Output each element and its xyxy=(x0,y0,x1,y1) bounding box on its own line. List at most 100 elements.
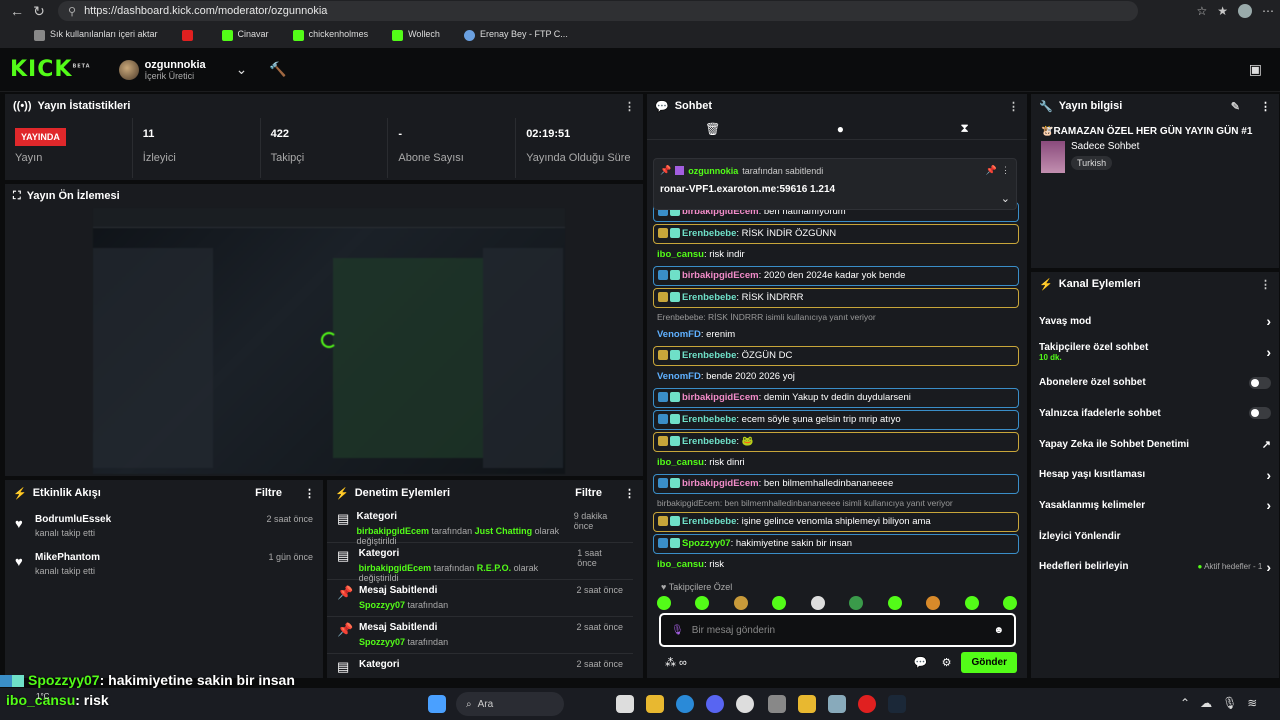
chat-username[interactable]: Erenbebebe xyxy=(682,414,736,425)
filter-button[interactable]: Filtre xyxy=(575,487,602,499)
screen-icon[interactable]: ▣ xyxy=(1249,61,1262,78)
file-explorer-icon[interactable] xyxy=(646,695,664,713)
chat-message[interactable]: Erenbebebe: ecem söyle şuna gelsin trip … xyxy=(653,410,1019,430)
more-icon[interactable]: ⋮ xyxy=(304,487,315,500)
send-button[interactable]: Gönder xyxy=(961,652,1017,673)
chat-message[interactable]: Erenbebebe: RİSK İNDİR ÖZGÜNN xyxy=(653,224,1019,244)
emote-icon[interactable] xyxy=(695,596,710,610)
chat-username[interactable]: Erenbebebe xyxy=(682,436,736,447)
chat-username[interactable]: Erenbebebe xyxy=(682,516,736,527)
chat-settings-icon[interactable]: 💬 xyxy=(914,656,928,669)
taskbar-search[interactable]: ⌕ Ara xyxy=(456,692,564,716)
bookmark-ftp[interactable]: Erenay Bey - FTP C... xyxy=(463,29,568,41)
followers-only-row[interactable]: Takipçilere özel sohbet 10 dk. › xyxy=(1031,337,1279,368)
emote-icon[interactable] xyxy=(657,596,671,610)
hammer-icon[interactable]: 🔨 xyxy=(269,61,286,78)
windows-start-icon[interactable] xyxy=(428,695,446,713)
more-icon[interactable]: ⋮ xyxy=(624,100,635,113)
mic-icon[interactable]: 🎙 xyxy=(1222,696,1237,710)
emote-only-toggle[interactable] xyxy=(1249,407,1271,420)
chat-message[interactable]: ibo_cansu: risk dinri xyxy=(653,454,1019,472)
subscribers-only-toggle[interactable] xyxy=(1249,376,1271,389)
star-icon[interactable]: ☆ xyxy=(1196,4,1207,18)
chat-message[interactable]: birbakipgidEcem: demin Yakup tv dedin du… xyxy=(653,388,1019,408)
unpin-icon[interactable]: 📌 xyxy=(986,165,997,176)
user-switcher[interactable]: ozgunnokia İçerik Üretici xyxy=(118,59,206,81)
points-icon[interactable]: ⁂ ∞ xyxy=(665,656,687,669)
chat-username[interactable]: birbakipgidEcem xyxy=(682,270,759,281)
address-bar[interactable]: ⚲ https://dashboard.kick.com/moderator/oz… xyxy=(58,1,1138,21)
kick-logo[interactable]: KICKBETA xyxy=(10,57,91,82)
chat-username[interactable]: ibo_cansu xyxy=(657,457,704,468)
ai-moderation-row[interactable]: Yapay Zeka ile Sohbet Denetimi ↗ xyxy=(1031,429,1279,460)
chat-username[interactable]: birbakipgidEcem xyxy=(682,392,759,403)
bookmark-cinavar[interactable]: Cinavar xyxy=(221,29,269,41)
system-tray[interactable]: ⌃ ☁ 🎙 ≋ xyxy=(1180,696,1257,710)
more-icon[interactable]: ⋮ xyxy=(624,487,635,500)
chat-username[interactable]: VenomFD xyxy=(657,329,701,340)
chat-message[interactable]: Erenbebebe: işine gelince venomla shiple… xyxy=(653,512,1019,532)
bookmark-youtube[interactable] xyxy=(181,29,198,41)
chat-username[interactable]: ibo_cansu xyxy=(657,559,704,570)
chat-message[interactable]: ibo_cansu: risk xyxy=(653,556,1019,574)
chat-message[interactable]: VenomFD: erenim xyxy=(653,326,1019,344)
chat-username[interactable]: ibo_cansu xyxy=(657,249,704,260)
app-icon[interactable] xyxy=(736,695,754,713)
app-icon[interactable] xyxy=(798,695,816,713)
chat-message[interactable]: ibo_cansu: risk indir xyxy=(653,246,1019,264)
settings-icon[interactable] xyxy=(828,695,846,713)
slow-mode-row[interactable]: Yavaş mod › xyxy=(1031,306,1279,337)
chat-message[interactable]: Erenbebebe: 🐸 xyxy=(653,432,1019,452)
emoji-icon[interactable]: ☻ xyxy=(993,625,1004,636)
raid-row[interactable]: İzleyici Yönlendir xyxy=(1031,521,1279,552)
pinned-message[interactable]: 📌 ozgunnokia tarafından sabitlendi 📌 ⋮ ronar… xyxy=(653,158,1017,210)
chat-username[interactable]: Erenbebebe xyxy=(682,292,736,303)
stream-preview-video[interactable] xyxy=(93,208,565,474)
emote-icon[interactable] xyxy=(849,596,864,610)
emote-icon[interactable] xyxy=(887,596,902,610)
media-icon[interactable] xyxy=(858,695,876,713)
chevron-down-icon[interactable]: ⌄ xyxy=(236,61,248,78)
banned-words-row[interactable]: Yasaklanmış kelimeler › xyxy=(1031,490,1279,521)
chat-input[interactable]: 🎙 Bir mesaj gönderin ☻ xyxy=(659,613,1016,647)
emote-icon[interactable] xyxy=(733,596,748,610)
reload-icon[interactable]: ↻ xyxy=(28,0,50,22)
back-icon[interactable]: ← xyxy=(6,0,28,22)
emote-icon[interactable] xyxy=(772,596,787,610)
chat-message[interactable]: birbakipgidEcem: ben bilmemhalledinbanan… xyxy=(653,474,1019,494)
chat-message[interactable]: Erenbebebe: ÖZGÜN DC xyxy=(653,346,1019,366)
steam-icon[interactable] xyxy=(888,695,906,713)
chat-message[interactable]: Spozzyy07: hakimiyetine sakin bir insan xyxy=(653,534,1019,554)
chevron-down-icon[interactable]: ⌄ xyxy=(1001,192,1010,205)
chat-username[interactable]: birbakipgidEcem xyxy=(682,478,759,489)
discord-icon[interactable] xyxy=(706,695,724,713)
emote-icon[interactable] xyxy=(1002,596,1017,610)
emote-icon[interactable] xyxy=(810,596,825,610)
chat-username[interactable]: Erenbebebe xyxy=(682,228,736,239)
site-info-icon[interactable]: ⚲ xyxy=(68,5,76,18)
chat-message[interactable]: VenomFD: bende 2020 2026 yoj xyxy=(653,368,1019,386)
chevron-up-icon[interactable]: ⌃ xyxy=(1180,696,1190,710)
chat-username[interactable]: VenomFD xyxy=(657,371,701,382)
more-icon[interactable]: ⋮ xyxy=(1260,100,1271,113)
chat-username[interactable]: Erenbebebe xyxy=(682,350,736,361)
chat-message[interactable]: Erenbebebe: RİSK İNDRRR xyxy=(653,288,1019,308)
bookmark-wollech[interactable]: Wollech xyxy=(392,29,440,41)
more-icon[interactable]: ⋮ xyxy=(1001,165,1010,176)
edge-icon[interactable] xyxy=(676,695,694,713)
more-icon[interactable]: ⋮ xyxy=(1008,100,1019,113)
trash-icon[interactable]: 🗑 xyxy=(705,122,720,136)
account-age-row[interactable]: Hesap yaşı kısıtlaması › xyxy=(1031,459,1279,490)
more-icon[interactable]: ⋮ xyxy=(1260,278,1271,291)
menu-icon[interactable]: ⋯ xyxy=(1262,4,1274,18)
app-icon[interactable] xyxy=(768,695,786,713)
wifi-icon[interactable]: ≋ xyxy=(1247,696,1257,710)
goals-row[interactable]: Hedefleri belirleyin ● Aktif hedefler - 1… xyxy=(1031,552,1279,583)
chat-bubble-icon[interactable]: ● xyxy=(837,122,844,136)
hourglass-icon[interactable]: ⧗ xyxy=(960,121,968,136)
favorites-icon[interactable]: ★ xyxy=(1217,4,1228,18)
bookmark-chickenholmes[interactable]: chickenholmes xyxy=(292,29,368,41)
emote-icon[interactable] xyxy=(926,596,941,610)
network-icon[interactable]: ☁ xyxy=(1200,696,1212,710)
mic-icon[interactable]: 🎙 xyxy=(671,625,684,636)
